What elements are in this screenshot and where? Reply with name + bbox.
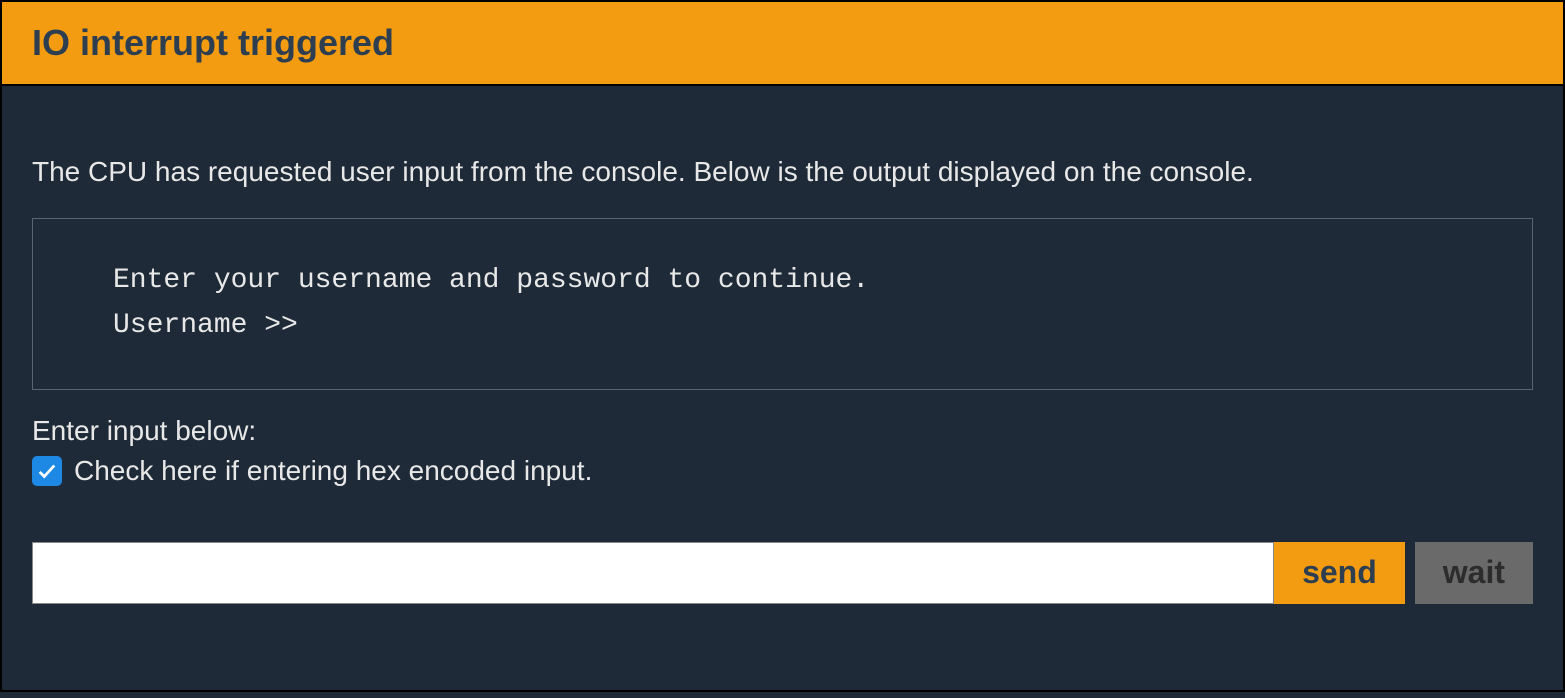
dialog-header: IO interrupt triggered — [0, 0, 1565, 84]
hex-checkbox[interactable] — [32, 456, 62, 486]
hex-checkbox-row: Check here if entering hex encoded input… — [32, 455, 1533, 487]
wait-button[interactable]: wait — [1415, 542, 1533, 604]
hex-checkbox-label: Check here if entering hex encoded input… — [74, 455, 592, 487]
input-label: Enter input below: — [32, 415, 1533, 447]
dialog-content: The CPU has requested user input from th… — [0, 84, 1565, 692]
send-button[interactable]: send — [1274, 542, 1405, 604]
description-text: The CPU has requested user input from th… — [32, 156, 1533, 188]
console-output: Enter your username and password to cont… — [32, 218, 1533, 390]
dialog-title: IO interrupt triggered — [32, 22, 1533, 64]
input-row: send wait — [32, 542, 1533, 604]
console-input[interactable] — [32, 542, 1274, 604]
check-icon — [36, 460, 58, 482]
